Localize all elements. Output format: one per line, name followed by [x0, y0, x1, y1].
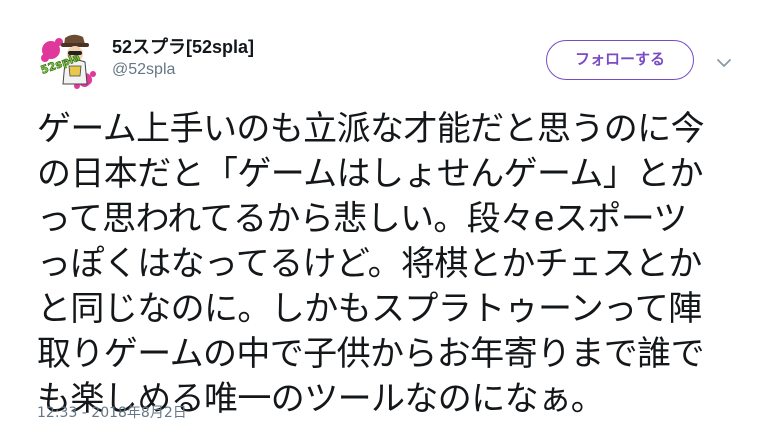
tweet-text-line: ゲーム上手いのも立派な才能だと思うのに今: [37, 109, 705, 149]
tweet-text-line: と同じなのに。しかもスプラトゥーンって陣: [37, 289, 702, 329]
avatar-logo: 52spla: [39, 50, 83, 77]
avatar-logo-text: 52spla: [39, 51, 82, 77]
more-options-button[interactable]: [716, 54, 732, 67]
tweet-text-line: の日本だと「ゲームはしょせんゲーム」とか: [37, 154, 704, 194]
user-info: 52スプラ[52spla] @52spla: [112, 36, 254, 80]
avatar[interactable]: 52spla: [37, 28, 101, 92]
user-handle[interactable]: @52spla: [112, 60, 254, 80]
chevron-down-icon: [717, 59, 731, 67]
tweet-timestamp[interactable]: 12:33 - 2018年8月2日: [37, 404, 187, 422]
tweet-text-line: っぽくはなってるけど。将棋とかチェスとか: [37, 244, 702, 284]
tweet-text: ゲーム上手いのも立派な才能だと思うのに今 の日本だと「ゲームはしょせんゲーム」と…: [37, 107, 737, 422]
tweet-text-line: 取りゲームの中で子供からお年寄りまで誰で: [37, 334, 705, 374]
display-name[interactable]: 52スプラ[52spla]: [112, 36, 254, 58]
tweet-text-line: って思われてるから悲しい。段々eスポーツ: [37, 199, 687, 239]
follow-button[interactable]: フォローする: [546, 40, 694, 80]
tweet-card: 52spla 52スプラ[52spla] @52spla フォローする ゲーム上…: [0, 0, 769, 441]
